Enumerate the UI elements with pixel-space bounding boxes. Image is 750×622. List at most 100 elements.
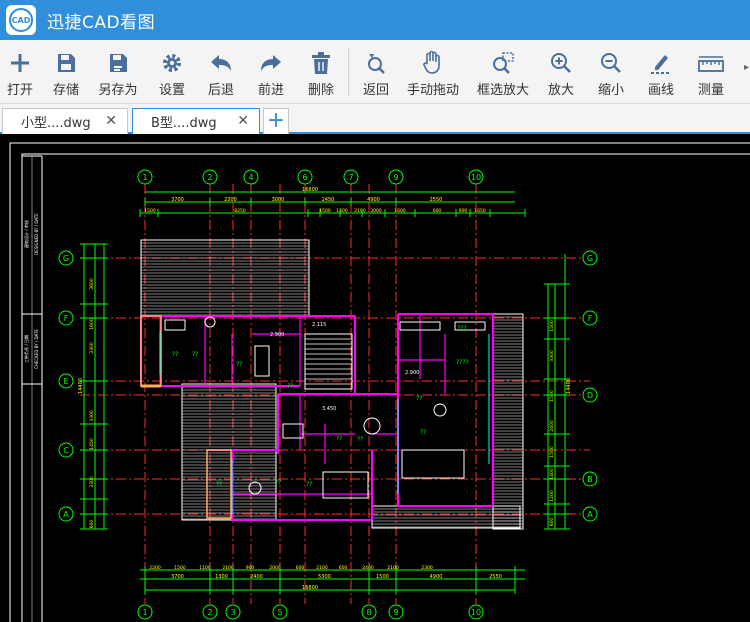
tab-b-dwg[interactable]: B型....dwg ✕ [132, 108, 260, 134]
delete-button[interactable]: 删除 [305, 40, 337, 104]
return-label: 返回 [362, 83, 389, 98]
settings-button[interactable]: 设置 [156, 40, 188, 104]
room-label: ?? [287, 383, 293, 390]
gear-icon [163, 54, 181, 72]
dimension-text: 600 [433, 208, 442, 214]
document-tabbar: 小型....dwg ✕ B型....dwg ✕ + [0, 104, 750, 134]
dimension-text: 3700 [171, 197, 184, 203]
cad-drawing: 建筑设计 / 审核 DESIGNED BY / DATE 工种负责 / 日期 CHEC… [9, 142, 750, 622]
pan-label: 手动拖动 [406, 83, 459, 98]
room-label: ?? [336, 435, 342, 442]
dimension-text: 2400 [362, 565, 374, 571]
window-band [140, 315, 162, 387]
dimension-text: 1500 [549, 320, 555, 332]
drawing-border [21, 153, 750, 622]
dimension-text: 1500 [144, 208, 156, 214]
save-button[interactable]: 存储 [50, 40, 82, 104]
room-label: ?? [275, 479, 281, 486]
dimension-text: 2400 [549, 420, 555, 432]
room-label: ?? [236, 361, 242, 368]
axis-bubble-label: 2 [207, 608, 212, 617]
toolbar-overflow-indicator[interactable]: ▸ [744, 62, 749, 73]
forward-button[interactable]: 前进 [255, 40, 287, 104]
axis-bubble-label: F [588, 314, 593, 323]
room-label: ?? [420, 429, 426, 436]
toolbar-separator [348, 48, 349, 96]
dining-table [363, 417, 381, 435]
axis-bubble-label: 6 [302, 173, 307, 182]
axis-bubble-label: A [63, 510, 69, 519]
dimension-text: 8250 [234, 208, 246, 214]
dimension-text: 3700 [171, 574, 184, 580]
cad-logo-icon: CAD [9, 8, 33, 32]
dimension-text: 1300 [215, 574, 228, 580]
axis-bubble-label: C [63, 446, 69, 455]
dimension-text: 2100 [316, 565, 328, 571]
dimension-text: 4900 [367, 197, 380, 203]
bed [401, 449, 465, 479]
measure-button[interactable]: 测量 [694, 40, 728, 104]
dimension-text: 3000 [370, 208, 382, 214]
axis-bubble-label: 9 [393, 608, 398, 617]
room-label: ??? [457, 325, 467, 332]
dimension-text: 1650 [474, 208, 486, 214]
dimension-text: 600 [89, 520, 95, 529]
return-button[interactable]: 返回 [360, 40, 392, 104]
back-button[interactable]: 后退 [205, 40, 237, 104]
save-as-button[interactable]: 另存为 [96, 40, 140, 104]
title-block-text: CHECKED BY / DATE [34, 329, 39, 369]
axis-bubble-label: 10 [471, 608, 481, 617]
axis-bubble-label: 10 [471, 173, 481, 182]
level-mark-text: 2.115 [312, 322, 326, 328]
roof-hatch-area [181, 383, 277, 521]
dimension-text: 4900 [430, 574, 443, 580]
axis-bubble-label: 2 [207, 173, 212, 182]
room-label: ?? [306, 481, 312, 488]
dimension-text: 2100 [222, 565, 234, 571]
open-button[interactable]: 打开 [4, 40, 36, 104]
zoom-in-button[interactable]: 放大 [545, 40, 577, 104]
dimension-text: 1600 [394, 208, 406, 214]
dimension-text: 14400 [566, 378, 572, 394]
dimension-text: 2300 [224, 197, 237, 203]
cad-canvas[interactable]: 建筑设计 / 审核 DESIGNED BY / DATE 工种负责 / 日期 CHEC… [0, 134, 750, 622]
measure-label: 测量 [697, 83, 724, 98]
app-logo: CAD [6, 5, 36, 35]
open-label: 打开 [6, 83, 33, 98]
pan-button[interactable]: 手动拖动 [405, 40, 461, 104]
close-icon[interactable]: ✕ [105, 113, 117, 129]
close-icon[interactable]: ✕ [237, 113, 249, 129]
axis-bubble-label: A [587, 510, 593, 519]
dimension-text: 1500 [174, 565, 186, 571]
add-tab-button[interactable]: + [263, 108, 289, 134]
axis-bubble-label: 4 [248, 173, 253, 182]
plus-icon [11, 54, 29, 72]
dimension-text: 600 [296, 565, 305, 571]
zoom-in-icon [551, 53, 571, 73]
dimension-text: 5300 [318, 574, 331, 580]
draw-line-button[interactable]: 画线 [645, 40, 677, 104]
axis-bubble-label: F [64, 314, 69, 323]
dimension-text: 1500 [336, 208, 348, 214]
window-zoom-button[interactable]: 框选放大 [475, 40, 531, 104]
save-as-label: 另存为 [98, 83, 138, 98]
armchair [433, 403, 447, 417]
dimension-text: 900 [459, 208, 468, 214]
dimension-text: 1600 [89, 318, 95, 330]
tab-label: B型....dwg [151, 116, 217, 131]
room-label: ?? [216, 481, 222, 488]
settings-label: 设置 [158, 83, 185, 98]
level-mark-text: 2.900 [270, 332, 284, 338]
dimension-text: 14400 [78, 378, 84, 394]
dimension-text: 3600 [89, 278, 95, 290]
tab-small-dwg[interactable]: 小型....dwg ✕ [2, 108, 128, 134]
pencil-line-icon [651, 55, 671, 74]
axis-bubble-label: 5 [277, 608, 282, 617]
dimension-text: 1100 [199, 565, 211, 571]
dimension-text: 3000 [272, 197, 285, 203]
zoom-out-button[interactable]: 缩小 [595, 40, 627, 104]
dimension-text: 3300 [89, 342, 95, 354]
dimension-text: 3300 [89, 410, 95, 422]
title-block-text: 工种负责 / 日期 [23, 335, 29, 363]
title-block-text: DESIGNED BY / DATE [34, 213, 39, 255]
